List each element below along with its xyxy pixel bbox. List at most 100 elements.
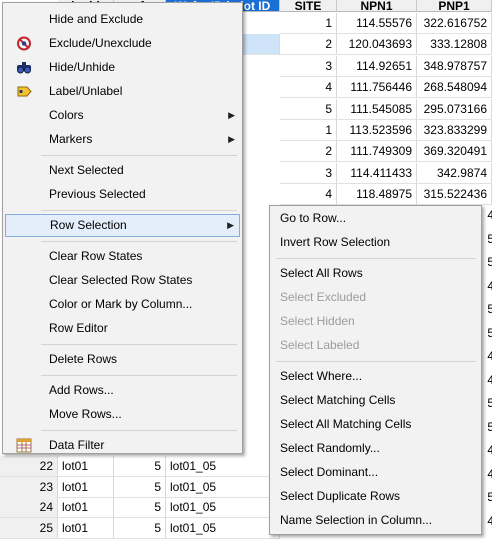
table-cell[interactable]: 111.749309	[337, 141, 417, 162]
menu-item-add-rows[interactable]: Add Rows...	[5, 379, 240, 402]
menu-item-data-filter[interactable]: Data Filter	[5, 434, 240, 457]
table-cell[interactable]: lot01_05	[166, 477, 280, 498]
table-cell[interactable]: lot01	[58, 518, 114, 539]
menu-item-select-all-rows[interactable]: Select All Rows	[272, 262, 479, 285]
table-cell[interactable]: 5	[482, 229, 492, 250]
menu-item-label: Label/Unlabel	[49, 84, 123, 98]
menu-item-delete-rows[interactable]: Delete Rows	[5, 348, 240, 371]
menu-item-select-duplicate-rows[interactable]: Select Duplicate Rows	[272, 485, 479, 508]
table-cell[interactable]: 323.833299	[417, 120, 492, 141]
table-cell[interactable]: 5	[482, 299, 492, 320]
table-cell[interactable]: 1	[280, 13, 337, 34]
menu-item-row-editor[interactable]: Row Editor	[5, 317, 240, 340]
menu-item-previous-selected[interactable]: Previous Selected	[5, 183, 240, 206]
table-cell[interactable]: 4	[482, 276, 492, 297]
table-cell[interactable]: 5	[114, 477, 166, 498]
menu-separator	[276, 258, 476, 259]
table-cell[interactable]: 5	[114, 518, 166, 539]
table-cell[interactable]	[240, 34, 280, 55]
menu-item-move-rows[interactable]: Move Rows...	[5, 403, 240, 426]
table-cell[interactable]: 113.523596	[337, 120, 417, 141]
table-cell[interactable]: 120.043693	[337, 34, 417, 55]
table-cell[interactable]: lot01_05	[166, 456, 280, 477]
table-cell[interactable]: 4	[482, 464, 492, 485]
table-cell[interactable]: 114.411433	[337, 163, 417, 184]
table-cell[interactable]: 5	[114, 456, 166, 477]
menu-item-select-where[interactable]: Select Where...	[272, 365, 479, 388]
table-cell[interactable]: 2	[280, 141, 337, 162]
menu-item-colors[interactable]: Colors ▶	[5, 104, 240, 127]
menu-item-clear-row-states[interactable]: Clear Row States	[5, 245, 240, 268]
menu-item-row-selection[interactable]: Row Selection ▶	[5, 214, 240, 237]
table-cell[interactable]: 5	[482, 323, 492, 344]
menu-item-label: Select All Matching Cells	[280, 417, 412, 431]
table-cell[interactable]: 118.48975	[337, 184, 417, 205]
table-cell[interactable]: 3	[280, 163, 337, 184]
menu-item-name-selection-in-column[interactable]: Name Selection in Column...	[272, 509, 479, 532]
table-cell[interactable]: 5	[482, 487, 492, 508]
column-header[interactable]: NPN1	[337, 0, 417, 12]
menu-item-label: Hide/Unhide	[49, 60, 116, 74]
menu-item-select-randomly[interactable]: Select Randomly...	[272, 437, 479, 460]
table-cell[interactable]: 1	[280, 120, 337, 141]
menu-item-hide-and-exclude[interactable]: Hide and Exclude	[5, 8, 240, 31]
table-cell[interactable]: 348.978757	[417, 56, 492, 77]
row-number[interactable]: 23	[0, 477, 58, 498]
table-cell[interactable]: 5	[114, 497, 166, 518]
table-cell[interactable]: lot01	[58, 497, 114, 518]
table-cell[interactable]: 4	[482, 370, 492, 391]
table-cell[interactable]: 333.12808	[417, 34, 492, 55]
table-cell[interactable]: 114.92651	[337, 56, 417, 77]
row-number[interactable]: 24	[0, 497, 58, 518]
table-cell[interactable]: 5	[482, 252, 492, 273]
table-cell[interactable]: 2	[280, 34, 337, 55]
table-cell[interactable]: 4	[482, 440, 492, 461]
menu-item-markers[interactable]: Markers ▶	[5, 128, 240, 151]
table-cell[interactable]: 4	[482, 205, 492, 226]
table-cell[interactable]: 4	[280, 184, 337, 205]
table-cell[interactable]: 5	[482, 393, 492, 414]
table-cell[interactable]: 268.548094	[417, 77, 492, 98]
menu-separator	[41, 155, 237, 156]
menu-item-label: Select Excluded	[280, 290, 367, 304]
row-number[interactable]: 25	[0, 518, 58, 539]
submenu-arrow-icon: ▶	[228, 110, 235, 120]
menu-item-hide-unhide[interactable]: Hide/Unhide	[5, 56, 240, 79]
menu-item-label: Select Randomly...	[280, 441, 380, 455]
table-cell[interactable]: 111.756446	[337, 77, 417, 98]
menu-item-exclude-unexclude[interactable]: Exclude/Unexclude	[5, 32, 240, 55]
table-cell[interactable]: 4	[280, 77, 337, 98]
menu-item-label: Move Rows...	[49, 407, 122, 421]
submenu-arrow-icon: ▶	[227, 220, 234, 230]
menu-item-select-all-matching-cells[interactable]: Select All Matching Cells	[272, 413, 479, 436]
menu-item-next-selected[interactable]: Next Selected	[5, 159, 240, 182]
table-cell[interactable]: 5	[482, 417, 492, 438]
table-cell[interactable]: 369.320491	[417, 141, 492, 162]
table-cell[interactable]: 4	[482, 346, 492, 367]
column-header[interactable]: SITE	[280, 0, 337, 12]
table-cell[interactable]: 5	[280, 99, 337, 120]
table-cell[interactable]: 295.073166	[417, 99, 492, 120]
menu-item-color-or-mark-by-column[interactable]: Color or Mark by Column...	[5, 293, 240, 316]
column-header[interactable]: PNP1	[417, 0, 492, 12]
row-number[interactable]: 22	[0, 456, 58, 477]
table-cell[interactable]: 4	[482, 511, 492, 532]
menu-item-label: Clear Selected Row States	[49, 273, 193, 287]
table-cell[interactable]: 315.522436	[417, 184, 492, 205]
table-cell[interactable]: 111.545085	[337, 99, 417, 120]
table-cell[interactable]: lot01	[58, 456, 114, 477]
menu-item-invert-row-selection[interactable]: Invert Row Selection	[272, 231, 479, 254]
table-cell[interactable]: 114.55576	[337, 13, 417, 34]
menu-item-select-matching-cells[interactable]: Select Matching Cells	[272, 389, 479, 412]
menu-item-clear-selected-row-states[interactable]: Clear Selected Row States	[5, 269, 240, 292]
menu-item-go-to-row[interactable]: Go to Row...	[272, 207, 479, 230]
table-cell[interactable]: 3	[280, 56, 337, 77]
table-cell[interactable]: lot01_05	[166, 518, 280, 539]
table-cell[interactable]: lot01_05	[166, 497, 280, 518]
table-cell[interactable]: 322.616752	[417, 13, 492, 34]
table-cell[interactable]: 342.9874	[417, 163, 492, 184]
menu-item-label: Clear Row States	[49, 249, 143, 263]
menu-item-label-unlabel[interactable]: Label/Unlabel	[5, 80, 240, 103]
menu-item-select-dominant[interactable]: Select Dominant...	[272, 461, 479, 484]
table-cell[interactable]: lot01	[58, 477, 114, 498]
